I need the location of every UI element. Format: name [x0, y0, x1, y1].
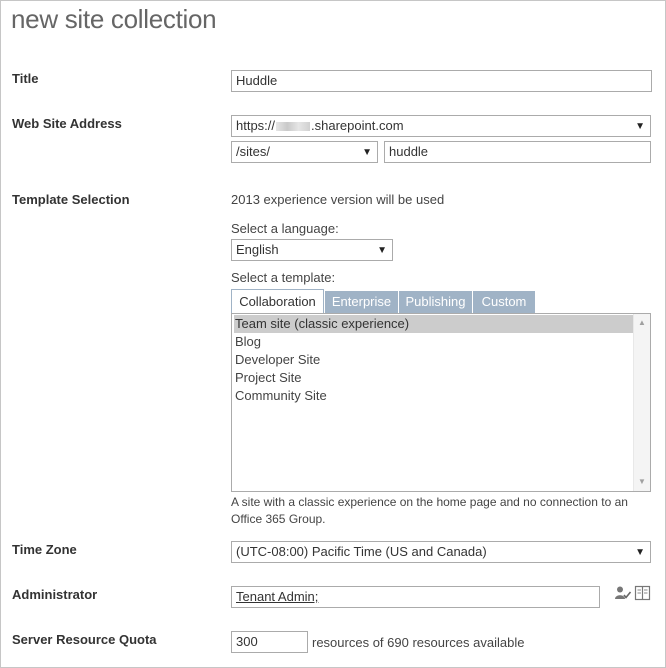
administrator-input[interactable]: Tenant Admin; [231, 586, 600, 608]
list-item[interactable]: Project Site [234, 369, 634, 387]
tab-collaboration[interactable]: Collaboration [231, 289, 324, 314]
language-select[interactable]: English ▼ [231, 239, 393, 261]
template-label: Select a template: [231, 270, 336, 285]
address-book-icon[interactable] [634, 585, 652, 604]
template-listbox[interactable]: Team site (classic experience) Blog Deve… [231, 313, 651, 492]
chevron-down-icon: ▼ [635, 547, 645, 558]
chevron-down-icon: ▼ [635, 121, 645, 132]
language-select-value: English [236, 242, 279, 257]
redacted-tenant [276, 122, 311, 132]
list-item[interactable]: Team site (classic experience) [234, 315, 634, 333]
language-label: Select a language: [231, 221, 339, 236]
administrator-label: Administrator [12, 587, 98, 602]
path-input[interactable]: huddle [384, 141, 651, 163]
list-item[interactable]: Blog [234, 333, 634, 351]
title-input[interactable]: Huddle [231, 70, 652, 92]
listbox-scrollbar[interactable]: ▲ ▼ [633, 314, 650, 491]
quota-input[interactable]: 300 [231, 631, 308, 653]
quota-suffix: resources of 690 resources available [312, 635, 525, 650]
domain-suffix: .sharepoint.com [311, 118, 404, 133]
tab-custom[interactable]: Custom [473, 291, 535, 314]
path-select[interactable]: /sites/ ▼ [231, 141, 378, 163]
path-select-value: /sites/ [236, 144, 270, 159]
chevron-down-icon: ▼ [362, 147, 372, 158]
page-title: new site collection [11, 4, 217, 34]
tab-enterprise[interactable]: Enterprise [325, 291, 398, 314]
list-item[interactable]: Developer Site [234, 351, 634, 369]
time-zone-select[interactable]: (UTC-08:00) Pacific Time (US and Canada)… [231, 541, 651, 563]
administrator-value: Tenant Admin; [236, 589, 319, 604]
time-zone-label: Time Zone [12, 542, 77, 557]
template-description: A site with a classic experience on the … [231, 495, 628, 526]
experience-note: 2013 experience version will be used [231, 192, 445, 207]
title-label: Title [12, 71, 39, 86]
domain-select[interactable]: https:// .sharepoint.com ▼ [231, 115, 651, 137]
domain-prefix: https:// [236, 118, 276, 133]
chevron-down-icon: ▼ [377, 245, 387, 256]
list-item[interactable]: Community Site [234, 387, 634, 405]
template-selection-label: Template Selection [12, 192, 130, 207]
person-check-icon[interactable] [614, 585, 632, 604]
time-zone-value: (UTC-08:00) Pacific Time (US and Canada) [236, 544, 487, 559]
scroll-down-icon[interactable]: ▼ [634, 475, 650, 489]
scroll-up-icon[interactable]: ▲ [634, 316, 650, 330]
server-resource-quota-label: Server Resource Quota [12, 632, 157, 647]
web-address-label: Web Site Address [12, 116, 122, 131]
tab-publishing[interactable]: Publishing [399, 291, 472, 314]
